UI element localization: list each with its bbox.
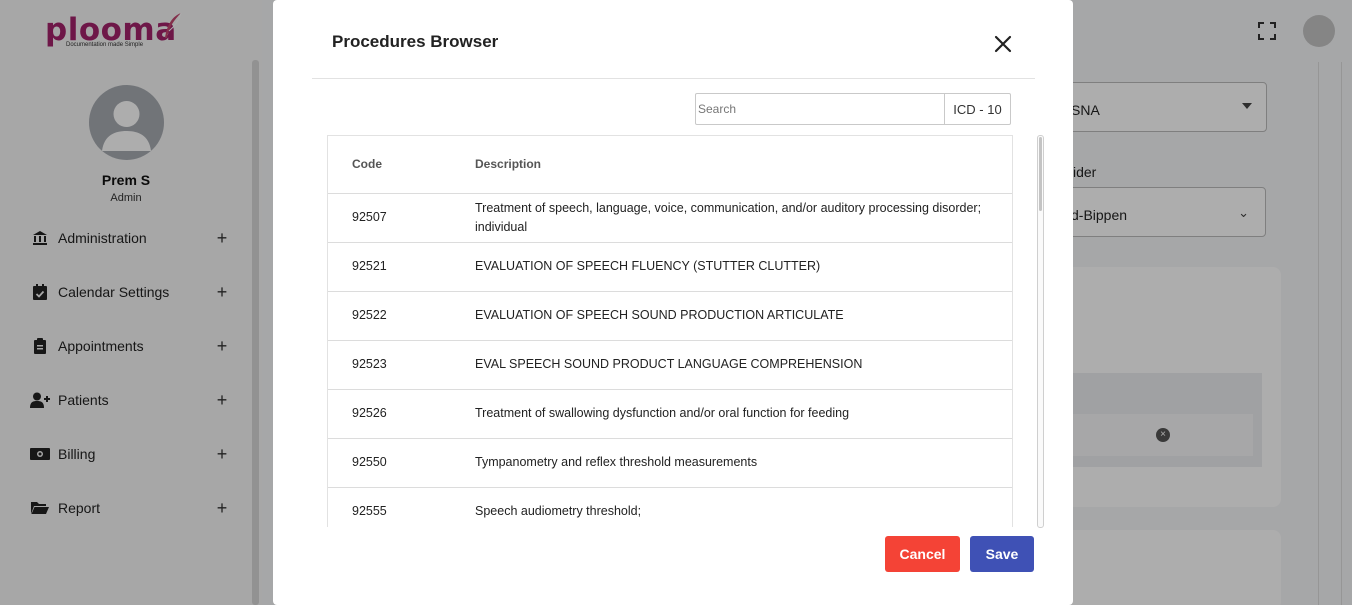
table-row[interactable]: 92550 Tympanometry and reflex threshold … (328, 438, 1012, 488)
table-row[interactable]: 92555 Speech audiometry threshold; (328, 487, 1012, 527)
row-description: EVALUATION OF SPEECH SOUND PRODUCTION AR… (475, 291, 1012, 341)
save-button[interactable]: Save (970, 536, 1034, 572)
search-box: ICD - 10 (695, 93, 1011, 125)
row-description: Treatment of speech, language, voice, co… (475, 193, 1012, 243)
dialog-title: Procedures Browser (332, 32, 499, 51)
row-description: Treatment of swallowing dysfunction and/… (475, 389, 1012, 439)
table-row[interactable]: 92521 EVALUATION OF SPEECH FLUENCY (STUT… (328, 242, 1012, 292)
row-code: 92555 (328, 487, 475, 527)
procedures-table: Code Description 92507 Treatment of spee… (327, 135, 1013, 527)
column-header-description[interactable]: Description (475, 136, 1012, 194)
close-icon[interactable] (991, 32, 1015, 56)
row-description: Tympanometry and reflex threshold measur… (475, 438, 1012, 488)
row-code: 92507 (328, 193, 475, 243)
procedures-browser-dialog: Procedures Browser ICD - 10 Code Descrip… (273, 0, 1073, 605)
row-description: EVALUATION OF SPEECH FLUENCY (STUTTER CL… (475, 242, 1012, 292)
code-type-label[interactable]: ICD - 10 (944, 94, 1010, 124)
table-scrollbar[interactable] (1037, 135, 1044, 528)
scrollbar-thumb[interactable] (1039, 137, 1042, 211)
row-description: Speech audiometry threshold; (475, 487, 1012, 527)
table-row[interactable]: 92522 EVALUATION OF SPEECH SOUND PRODUCT… (328, 291, 1012, 341)
table-row[interactable]: 92526 Treatment of swallowing dysfunctio… (328, 389, 1012, 439)
row-code: 92550 (328, 438, 475, 488)
table-header-row: Code Description (328, 136, 1012, 194)
column-header-code[interactable]: Code (328, 136, 475, 194)
row-code: 92522 (328, 291, 475, 341)
table-row[interactable]: 92523 EVAL SPEECH SOUND PRODUCT LANGUAGE… (328, 340, 1012, 390)
row-code: 92521 (328, 242, 475, 292)
table-row[interactable]: 92507 Treatment of speech, language, voi… (328, 193, 1012, 243)
divider (312, 78, 1035, 79)
row-description: EVAL SPEECH SOUND PRODUCT LANGUAGE COMPR… (475, 340, 1012, 390)
row-code: 92526 (328, 389, 475, 439)
row-code: 92523 (328, 340, 475, 390)
search-input[interactable] (696, 94, 944, 124)
cancel-button[interactable]: Cancel (885, 536, 960, 572)
